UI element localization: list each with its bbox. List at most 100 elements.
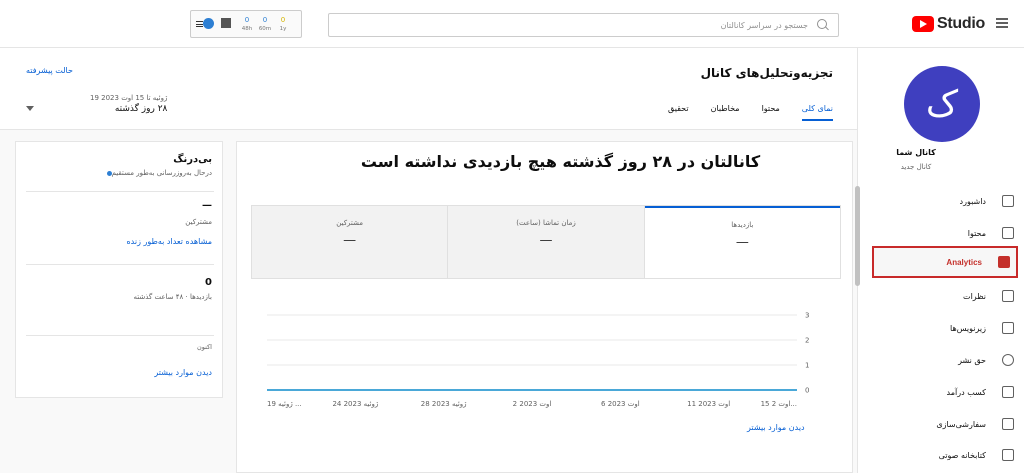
search-placeholder: جستجو در سراسر کانالتان	[720, 20, 808, 30]
views-value: 0	[205, 277, 212, 288]
metric-value: —	[343, 233, 357, 248]
tab-research[interactable]: تحقیق	[668, 104, 689, 121]
studio-label: Studio	[937, 15, 985, 32]
sidebar-item-label: کتابخانه صوتی	[938, 450, 986, 460]
x-tick-label: 15 اوت 2...	[761, 400, 797, 408]
realtime-see-more-link[interactable]: دیدن موارد بیشتر	[154, 368, 212, 377]
overview-headline: کانالتان در ۲۸ روز گذشته هیچ بازدیدی ندا…	[360, 152, 761, 171]
widget-stat-1y: 0 1y	[279, 16, 287, 32]
scrollbar[interactable]	[855, 186, 860, 286]
sidebar-item-monetization[interactable]: کسب درآمد	[870, 376, 1020, 408]
x-tick-label: 2 اوت 2023	[513, 400, 552, 408]
avatar[interactable]: ک	[904, 66, 980, 142]
sidebar-item-subtitles[interactable]: زیرنویس‌ها	[870, 312, 1020, 344]
widget-stat-48h: 0 48h	[241, 16, 253, 32]
metric-label: بازدیدها	[731, 221, 754, 229]
monetization-icon	[1002, 386, 1014, 398]
sidebar-item-label: محتوا	[967, 228, 986, 238]
divider	[26, 335, 214, 336]
advanced-mode-link[interactable]: حالت پیشرفته	[26, 66, 73, 75]
sidebar-item-copyright[interactable]: حق نشر	[870, 344, 1020, 376]
divider	[26, 264, 214, 265]
metric-watch-time[interactable]: زمان تماشا (ساعت) —	[448, 206, 645, 278]
x-tick-label: 19 ژوئیه ...	[267, 400, 302, 408]
metric-value: —	[735, 235, 749, 250]
metric-views[interactable]: بازدیدها —	[644, 206, 840, 278]
x-tick-label: 24 ژوئیه 2023	[332, 400, 378, 408]
y-tick-label: 0	[805, 387, 809, 395]
stats-extension-widget[interactable]: 0 48h 0 60m 0 1y	[190, 10, 302, 38]
sidebar-item-label: Analytics	[946, 257, 982, 267]
y-tick-label: 2	[805, 337, 809, 345]
widget-menu-icon[interactable]	[196, 21, 203, 27]
realtime-card: بی‌درنگ درحال به‌روزرسانی به‌طور مستقیم …	[15, 141, 223, 398]
metric-value: —	[539, 233, 553, 248]
tab-overview[interactable]: نمای کلی	[801, 104, 833, 121]
sidebar-item-label: زیرنویس‌ها	[950, 323, 986, 333]
sidebar-item-comments[interactable]: نظرات	[870, 280, 1020, 312]
realtime-status: درحال به‌روزرسانی به‌طور مستقیم	[104, 169, 212, 177]
analytics-icon	[998, 256, 1010, 268]
analytics-header: تجزیه‌وتحلیل‌های کانال حالت پیشرفته نمای…	[0, 48, 857, 130]
sidebar-item-label: داشبورد	[959, 196, 986, 206]
content-icon	[1002, 227, 1014, 239]
date-range-picker[interactable]: 19 ژوئیه تا 15 اوت 2023 ۲۸ روز گذشته	[90, 94, 167, 114]
sidebar-item-dashboard[interactable]: داشبورد	[870, 185, 1020, 217]
metric-label: مشترکین	[336, 219, 364, 227]
see-more-link[interactable]: دیدن موارد بیشتر	[747, 423, 805, 432]
views-label: بازدیدها · ۴۸ ساعت گذشته	[133, 293, 212, 301]
search-icon[interactable]	[816, 18, 830, 32]
sidebar-item-content[interactable]: محتوا	[870, 217, 1020, 249]
chart-svg: 0 1 2 3 15 اوت 2... 11 اوت 2023 6 اوت 2023 2 او…	[267, 312, 809, 408]
date-period-label: ۲۸ روز گذشته	[114, 104, 168, 114]
copyright-icon	[1002, 354, 1014, 366]
dashboard-icon	[1002, 195, 1014, 207]
youtube-logo-icon	[912, 16, 934, 32]
x-tick-label: 11 اوت 2023	[687, 400, 730, 408]
now-label: اکنون	[197, 343, 212, 351]
sidebar-item-customization[interactable]: سفارشی‌سازی	[870, 408, 1020, 440]
sidebar-item-label: حق نشر	[958, 355, 986, 365]
subscribers-label: مشترکین	[185, 218, 212, 226]
sidebar-item-label: نظرات	[963, 291, 986, 301]
see-live-count-link[interactable]: مشاهده تعداد به‌طور زنده	[126, 237, 212, 246]
y-tick-label: 1	[805, 362, 809, 370]
tab-audience[interactable]: مخاطبان	[711, 104, 740, 121]
menu-icon[interactable]	[996, 18, 1008, 28]
channel-name: کانال شما	[896, 148, 936, 157]
top-bar: Studio جستجو در سراسر کانالتان 0 48h 0 6…	[0, 0, 1024, 48]
widget-globe-icon	[203, 18, 214, 29]
x-tick-label: 6 اوت 2023	[601, 400, 640, 408]
sidebar-item-label: کسب درآمد	[946, 387, 986, 397]
channel-subtitle: کانال جدید	[900, 163, 932, 171]
widget-chart-icon	[221, 18, 231, 28]
subtitles-icon	[1002, 322, 1014, 334]
x-tick-label: 28 ژوئیه 2023	[421, 400, 467, 408]
metric-subscribers[interactable]: مشترکین —	[252, 206, 449, 278]
youtube-studio-logo[interactable]: Studio	[912, 15, 985, 33]
realtime-status-text: درحال به‌روزرسانی به‌طور مستقیم	[111, 169, 212, 177]
chevron-down-icon[interactable]	[26, 106, 34, 111]
metric-tabs: مشترکین — زمان تماشا (ساعت) — بازدیدها —	[251, 205, 841, 279]
sidebar-item-audio-library[interactable]: کتابخانه صوتی	[870, 439, 1020, 471]
sidebar-item-label: سفارشی‌سازی	[936, 419, 986, 429]
subscribers-value: —	[202, 200, 212, 211]
sidebar-item-analytics[interactable]: Analytics	[872, 246, 1018, 278]
audio-library-icon	[1002, 449, 1014, 461]
sidebar: ک کانال شما کانال جدید داشبورد محتوا Ana…	[857, 48, 1024, 473]
overview-card: کانالتان در ۲۸ روز گذشته هیچ بازدیدی ندا…	[236, 141, 853, 473]
page-title: تجزیه‌وتحلیل‌های کانال	[700, 66, 833, 80]
live-dot-icon	[106, 170, 112, 176]
search-input[interactable]: جستجو در سراسر کانالتان	[328, 13, 839, 37]
tab-content[interactable]: محتوا	[762, 104, 780, 121]
widget-stat-60m: 0 60m	[258, 16, 272, 32]
customization-icon	[1002, 418, 1014, 430]
divider	[26, 191, 214, 192]
comments-icon	[1002, 290, 1014, 302]
date-range-text: 19 ژوئیه تا 15 اوت 2023	[90, 94, 168, 102]
metric-label: زمان تماشا (ساعت)	[516, 219, 576, 227]
realtime-title: بی‌درنگ	[173, 154, 212, 165]
views-line-chart: 0 1 2 3 15 اوت 2... 11 اوت 2023 6 اوت 2023 2 او…	[267, 307, 837, 417]
tab-bar: نمای کلی محتوا مخاطبان تحقیق	[646, 104, 833, 121]
y-tick-label: 3	[805, 312, 809, 320]
